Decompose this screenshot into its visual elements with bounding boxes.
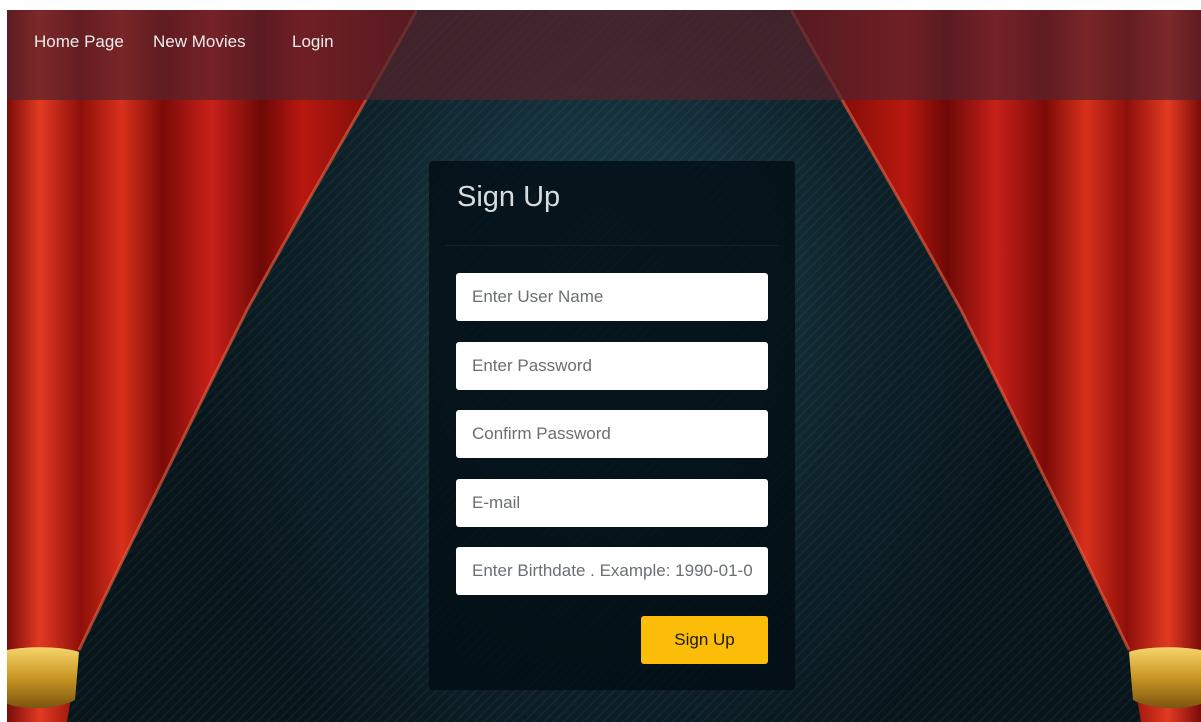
nav-home-page-link[interactable]: Home Page [34, 32, 124, 52]
birthdate-input[interactable] [456, 547, 768, 595]
right-curtain [791, 10, 1201, 722]
email-input[interactable] [456, 479, 768, 527]
confirm-password-input[interactable] [456, 410, 768, 458]
password-input[interactable] [456, 342, 768, 390]
theater-stage-background: Home Page New Movies Login Sign Up Sign … [7, 10, 1201, 722]
signup-form: Sign Up Sign Up [429, 161, 795, 690]
left-curtain [7, 10, 417, 722]
nav-login-link[interactable]: Login [292, 32, 334, 52]
title-divider [445, 245, 779, 246]
signup-submit-button[interactable]: Sign Up [641, 616, 768, 664]
signup-title: Sign Up [457, 181, 561, 213]
nav-new-movies-link[interactable]: New Movies [153, 32, 246, 52]
top-navbar: Home Page New Movies Login [7, 10, 1201, 100]
username-input[interactable] [456, 273, 768, 321]
